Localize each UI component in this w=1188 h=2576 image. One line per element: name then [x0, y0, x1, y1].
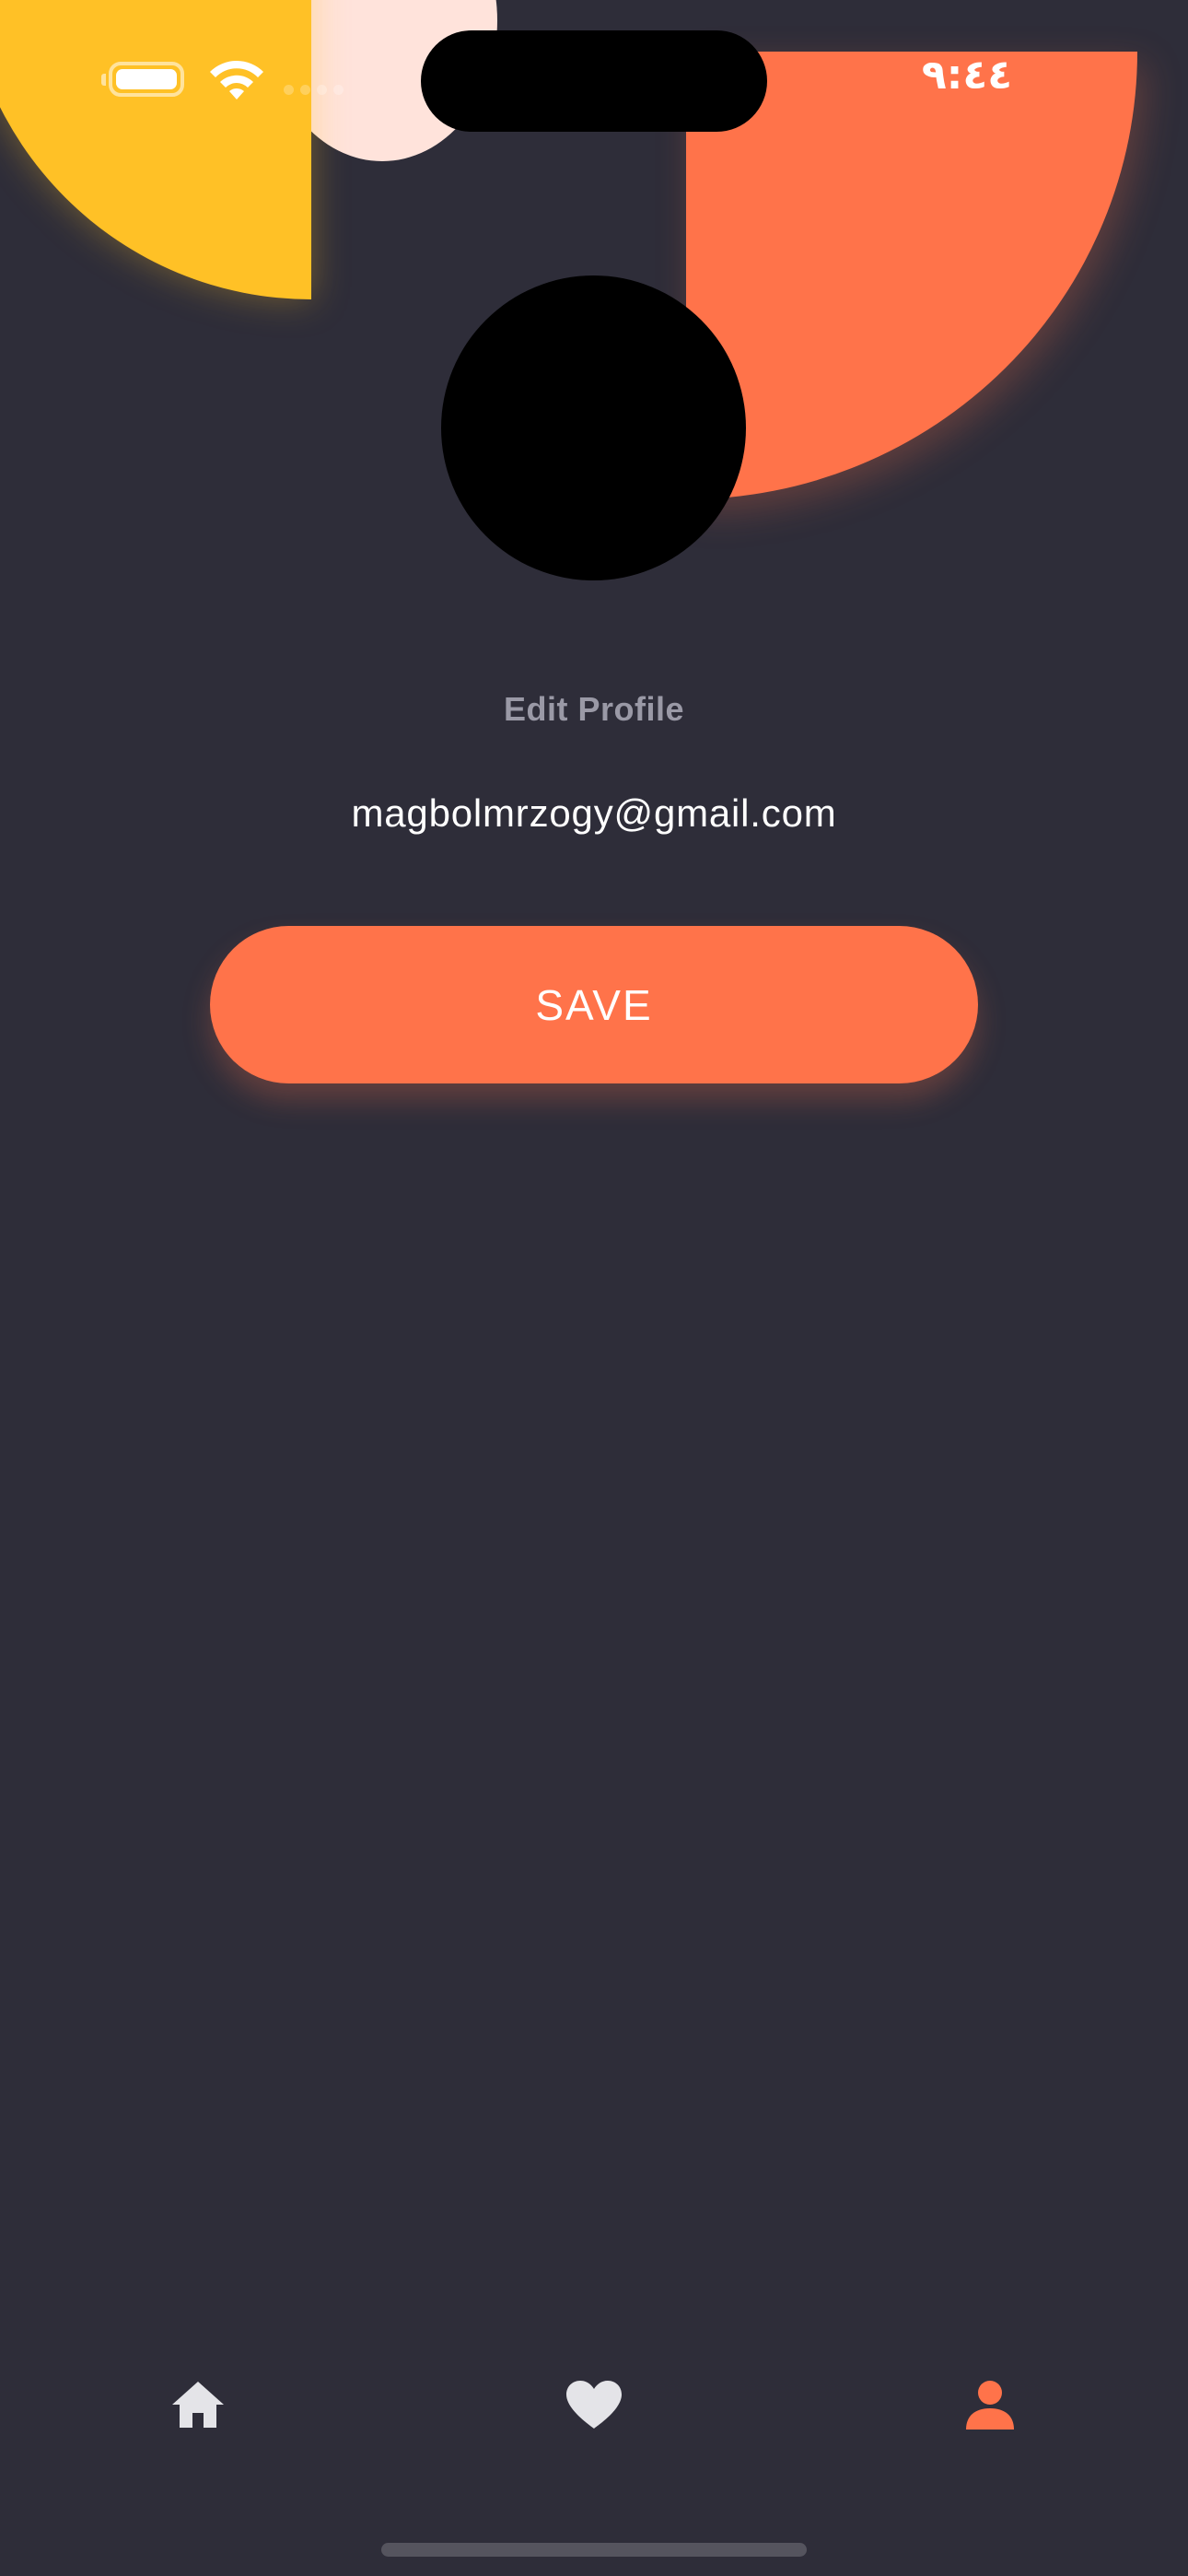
- wifi-icon: [210, 60, 263, 100]
- dynamic-island: [421, 30, 767, 132]
- battery-icon: [101, 62, 184, 97]
- cellular-signal-icon: [284, 85, 348, 98]
- edit-profile-screen: ٩:٤٤ Edit Profile magbolmrzogy@gmail.com…: [0, 0, 1188, 2576]
- person-icon: [966, 2381, 1014, 2430]
- nav-item-home[interactable]: [147, 2368, 249, 2441]
- home-icon: [172, 2382, 224, 2428]
- status-bar: ٩:٤٤: [0, 0, 1188, 138]
- save-button[interactable]: SAVE: [210, 926, 978, 1083]
- status-time: ٩:٤٤: [921, 52, 1013, 99]
- email-text: magbolmrzogy@gmail.com: [351, 791, 837, 835]
- edit-profile-link[interactable]: Edit Profile: [0, 686, 1188, 732]
- home-indicator: [381, 2543, 807, 2557]
- nav-item-profile[interactable]: [939, 2368, 1041, 2441]
- heart-icon: [566, 2381, 622, 2429]
- bottom-navigation: [0, 2340, 1188, 2469]
- avatar[interactable]: [441, 275, 746, 580]
- nav-item-favorites[interactable]: [543, 2368, 645, 2441]
